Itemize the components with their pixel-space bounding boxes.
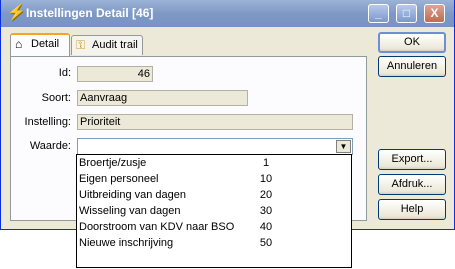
list-item-value: 50: [259, 237, 273, 249]
window-title: Instellingen Detail [46]: [26, 6, 154, 20]
list-item-value: 30: [259, 205, 273, 217]
instelling-label: Instelling:: [24, 116, 71, 128]
afdruk-button[interactable]: Afdruk...: [378, 174, 446, 195]
ok-button[interactable]: OK: [378, 32, 446, 53]
soort-label: Soort:: [41, 92, 71, 104]
maximize-icon: □: [402, 6, 411, 20]
list-item-value: 1: [262, 157, 270, 169]
title-bar[interactable]: ⚡ Instellingen Detail [46] _ □ X: [1, 0, 454, 27]
waarde-dropdown-list: Broertje/zusje 1 Eigen personeel 10 Uitb…: [76, 154, 352, 268]
export-button[interactable]: Export...: [378, 149, 446, 170]
list-item[interactable]: Doorstroom van KDV naar BSO 40: [78, 219, 350, 235]
tab-audit-trail[interactable]: ⚿ Audit trail: [71, 35, 143, 55]
list-item[interactable]: Broertje/zusje 1: [78, 155, 350, 171]
list-item-name: Wisseling van dagen: [79, 205, 181, 217]
tab-detail-label: Detail: [31, 38, 60, 50]
close-icon: X: [430, 6, 439, 20]
list-item[interactable]: Uitbreiding van dagen 20: [78, 187, 350, 203]
list-item-name: Nieuwe inschrijving: [79, 237, 174, 249]
list-item[interactable]: Wisseling van dagen 30: [78, 203, 350, 219]
minimize-icon: _: [375, 6, 382, 20]
help-button[interactable]: Help: [378, 199, 446, 220]
key-icon: ⚿: [76, 38, 86, 52]
id-label: Id:: [58, 67, 71, 79]
id-field: 46: [77, 66, 153, 82]
dropdown-toggle-button[interactable]: ▼: [336, 140, 351, 153]
waarde-label: Waarde:: [29, 140, 71, 152]
close-button[interactable]: X: [424, 4, 445, 23]
instelling-field: Prioriteit: [77, 114, 353, 130]
list-item-value: 40: [259, 221, 273, 233]
list-item[interactable]: Eigen personeel 10: [78, 171, 350, 187]
list-item-value: 20: [259, 189, 273, 201]
list-item[interactable]: Nieuwe inschrijving 50: [78, 235, 350, 251]
list-item-name: Uitbreiding van dagen: [79, 189, 187, 201]
list-item-name: Broertje/zusje: [79, 157, 147, 169]
list-item-value: 10: [259, 173, 273, 185]
annuleren-button[interactable]: Annuleren: [378, 56, 446, 77]
soort-field: Aanvraag: [77, 90, 248, 106]
waarde-combobox[interactable]: ▼: [77, 138, 353, 155]
lightning-icon: ⚡: [7, 4, 26, 21]
chevron-down-icon: ▼: [339, 142, 348, 151]
minimize-button[interactable]: _: [368, 4, 389, 23]
tab-detail[interactable]: ⌂ Detail: [10, 33, 70, 56]
list-item-name: Eigen personeel: [79, 173, 159, 185]
maximize-button[interactable]: □: [396, 4, 417, 23]
house-icon: ⌂: [15, 37, 23, 51]
list-item-name: Doorstroom van KDV naar BSO: [79, 221, 235, 233]
tab-audit-trail-label: Audit trail: [92, 39, 138, 51]
